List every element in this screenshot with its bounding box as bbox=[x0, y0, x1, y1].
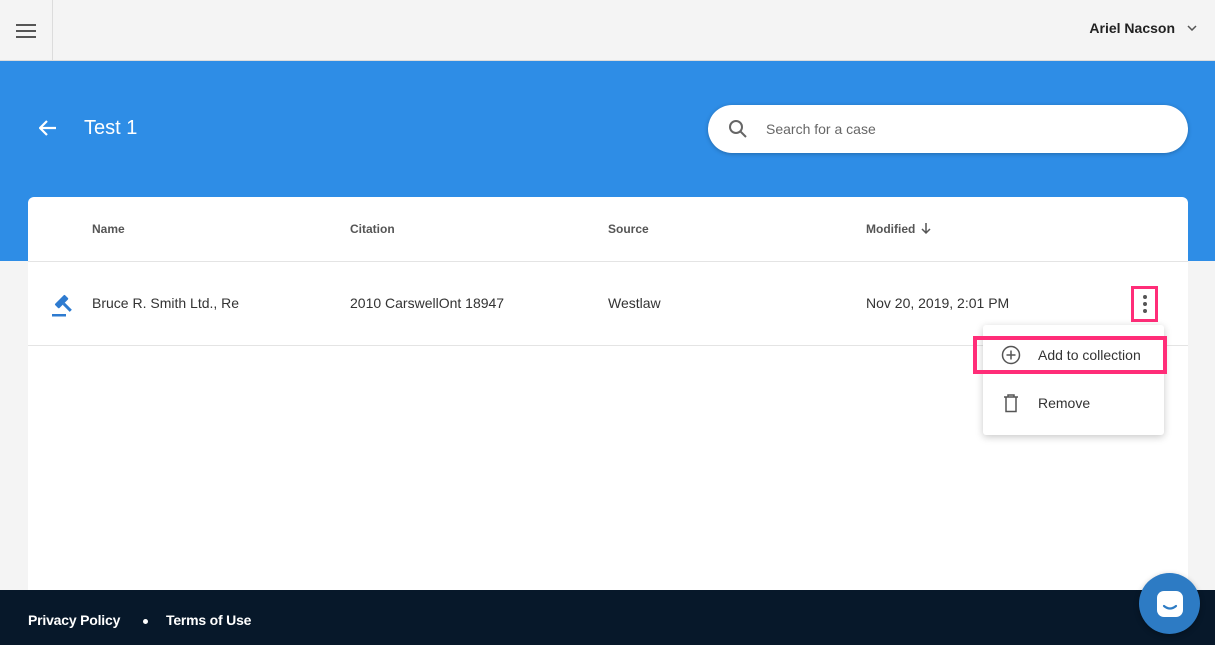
menu-item-label: Add to collection bbox=[1038, 347, 1141, 363]
top-bar: Ariel Nacson bbox=[0, 0, 1215, 61]
column-header-modified[interactable]: Modified bbox=[866, 222, 931, 236]
case-modified: Nov 20, 2019, 2:01 PM bbox=[866, 295, 1010, 311]
column-header-name[interactable]: Name bbox=[92, 222, 125, 236]
user-name: Ariel Nacson bbox=[1089, 20, 1175, 36]
column-header-citation[interactable]: Citation bbox=[350, 222, 395, 236]
user-menu[interactable]: Ariel Nacson bbox=[1089, 20, 1197, 36]
case-source: Westlaw bbox=[608, 295, 661, 311]
privacy-policy-link[interactable]: Privacy Policy bbox=[28, 612, 120, 628]
add-circle-icon bbox=[1000, 344, 1022, 366]
row-actions-menu: Add to collection Remove bbox=[983, 325, 1164, 435]
column-header-source[interactable]: Source bbox=[608, 222, 649, 236]
menu-item-label: Remove bbox=[1038, 395, 1091, 411]
arrow-left-icon bbox=[39, 120, 56, 136]
chevron-down-icon bbox=[1187, 25, 1197, 31]
table-header: Name Citation Source Modified bbox=[28, 197, 1188, 262]
more-vertical-icon bbox=[1142, 295, 1147, 313]
chat-icon bbox=[1156, 590, 1183, 617]
row-actions-button[interactable] bbox=[1131, 286, 1158, 322]
case-name[interactable]: Bruce R. Smith Ltd., Re bbox=[92, 295, 239, 311]
gavel-icon bbox=[52, 294, 72, 317]
hamburger-menu-button[interactable] bbox=[0, 0, 53, 61]
menu-item-add-to-collection[interactable]: Add to collection bbox=[983, 333, 1164, 377]
search-input[interactable] bbox=[766, 121, 1146, 137]
chat-launcher-button[interactable] bbox=[1139, 573, 1200, 634]
sort-arrow-down-icon bbox=[921, 223, 931, 235]
footer: Privacy Policy Terms of Use bbox=[0, 590, 1215, 645]
separator-dot bbox=[143, 619, 148, 624]
search-bar[interactable] bbox=[708, 105, 1188, 153]
hamburger-icon bbox=[16, 23, 36, 38]
trash-icon bbox=[1000, 392, 1022, 414]
page-title: Test 1 bbox=[84, 117, 138, 139]
menu-item-remove[interactable]: Remove bbox=[983, 381, 1164, 425]
search-icon bbox=[728, 119, 748, 139]
terms-of-use-link[interactable]: Terms of Use bbox=[166, 612, 251, 628]
case-citation: 2010 CarswellOnt 18947 bbox=[350, 295, 505, 311]
back-button[interactable] bbox=[36, 116, 60, 140]
